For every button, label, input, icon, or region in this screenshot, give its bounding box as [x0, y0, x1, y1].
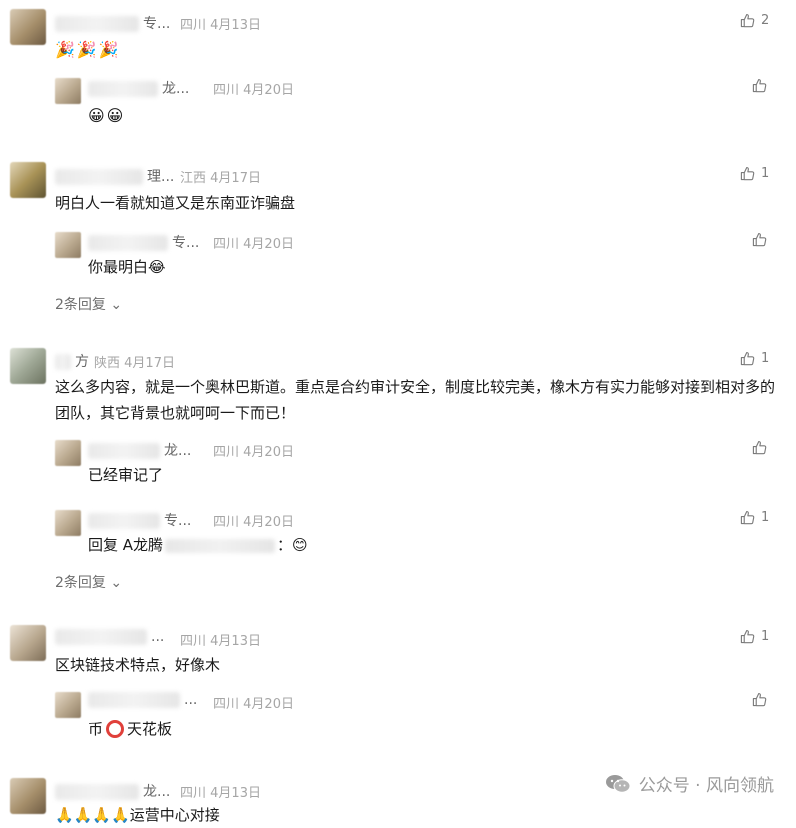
- thumbs-up-icon: [740, 351, 755, 366]
- reply-prefix: 回复 A龙腾: [88, 536, 164, 554]
- like-button[interactable]: 1: [740, 629, 769, 644]
- comment-text: 明白人一看就知道又是东南亚诈骗盘: [55, 194, 296, 212]
- comment-meta: 四川 4月13日: [180, 634, 261, 649]
- comment-meta: 四川 4月13日: [180, 18, 261, 33]
- like-button[interactable]: [752, 440, 767, 455]
- reply-suffix: 天花板: [127, 720, 173, 738]
- thumbs-up-icon: [740, 166, 755, 181]
- commenter-name[interactable]: 方: [55, 351, 89, 371]
- avatar[interactable]: [10, 9, 46, 45]
- reply-suffix: ：😊: [277, 536, 308, 554]
- replier-name[interactable]: 专...: [88, 232, 199, 252]
- replier-name[interactable]: ...: [88, 692, 197, 708]
- reply-meta: 四川 4月20日: [213, 445, 294, 460]
- like-button[interactable]: [752, 692, 767, 707]
- thumbs-up-icon: [752, 692, 767, 707]
- avatar[interactable]: [55, 78, 81, 104]
- reply-meta: 四川 4月20日: [213, 697, 294, 712]
- like-button[interactable]: [752, 78, 767, 93]
- like-button[interactable]: [752, 232, 767, 247]
- like-button[interactable]: 1: [740, 166, 769, 181]
- commenter-name[interactable]: 龙...: [55, 781, 170, 801]
- commenter-name[interactable]: 理...: [55, 166, 174, 186]
- comment-text: 🙏🙏🙏🙏运营中心对接: [55, 806, 220, 824]
- redacted-text: [165, 538, 276, 553]
- comment-text: 这么多内容，就是一个奥林巴斯道。重点是合约审计安全，制度比较完美，橡木方有实力能…: [55, 378, 776, 422]
- avatar[interactable]: [55, 440, 81, 466]
- thumbs-up-icon: [752, 232, 767, 247]
- like-count: 2: [761, 13, 770, 28]
- commenter-name[interactable]: ...: [55, 629, 164, 645]
- thumbs-up-icon: [752, 440, 767, 455]
- comment-meta: 江西 4月17日: [180, 171, 261, 186]
- thumbs-up-icon: [752, 78, 767, 93]
- avatar[interactable]: [10, 348, 46, 384]
- replier-name[interactable]: 龙...: [88, 440, 191, 460]
- reply-text: 币 天花板: [88, 716, 172, 742]
- reply-text: 回复 A龙腾 ：😊: [88, 532, 308, 558]
- like-count: 1: [761, 351, 770, 366]
- watermark-text: 公众号 · 风向领航: [638, 776, 774, 796]
- reply-text: 已经审记了: [88, 466, 164, 484]
- avatar[interactable]: [10, 778, 46, 814]
- like-button[interactable]: 1: [740, 510, 769, 525]
- watermark: 公众号 · 风向领航: [605, 771, 774, 796]
- thumbs-up-icon: [740, 510, 755, 525]
- reply-text: 😀😀: [88, 106, 126, 125]
- wechat-icon: [605, 774, 631, 793]
- like-count: 1: [761, 510, 770, 525]
- avatar[interactable]: [10, 625, 46, 661]
- red-circle-emoji: [106, 719, 125, 738]
- like-count: 1: [761, 629, 770, 644]
- reply-meta: 四川 4月20日: [213, 515, 294, 530]
- chevron-down-icon: ⌄: [110, 575, 123, 591]
- thumbs-up-icon: [740, 629, 755, 644]
- reply-prefix: 币: [88, 720, 104, 738]
- avatar[interactable]: [10, 162, 46, 198]
- replier-name[interactable]: 龙...: [88, 78, 189, 98]
- comment-text: 区块链技术特点，好像木: [55, 656, 221, 674]
- show-more-replies[interactable]: 2条回复 ⌄: [55, 572, 122, 592]
- like-button[interactable]: 2: [740, 13, 769, 28]
- reply-meta: 四川 4月20日: [213, 237, 294, 252]
- commenter-name[interactable]: 专...: [55, 13, 170, 33]
- replier-name[interactable]: 专...: [88, 510, 191, 530]
- like-count: 1: [761, 166, 770, 181]
- comment-meta: 陕西 4月17日: [94, 356, 175, 371]
- reply-text: 你最明白😂: [88, 258, 166, 276]
- thumbs-up-icon: [740, 13, 755, 28]
- comment-text: 🎉🎉🎉: [55, 40, 121, 59]
- show-more-replies[interactable]: 2条回复 ⌄: [55, 294, 122, 314]
- avatar[interactable]: [55, 692, 81, 718]
- chevron-down-icon: ⌄: [110, 297, 123, 313]
- avatar[interactable]: [55, 510, 81, 536]
- like-button[interactable]: 1: [740, 351, 769, 366]
- reply-meta: 四川 4月20日: [213, 83, 294, 98]
- avatar[interactable]: [55, 232, 81, 258]
- comment-meta: 四川 4月13日: [180, 786, 261, 801]
